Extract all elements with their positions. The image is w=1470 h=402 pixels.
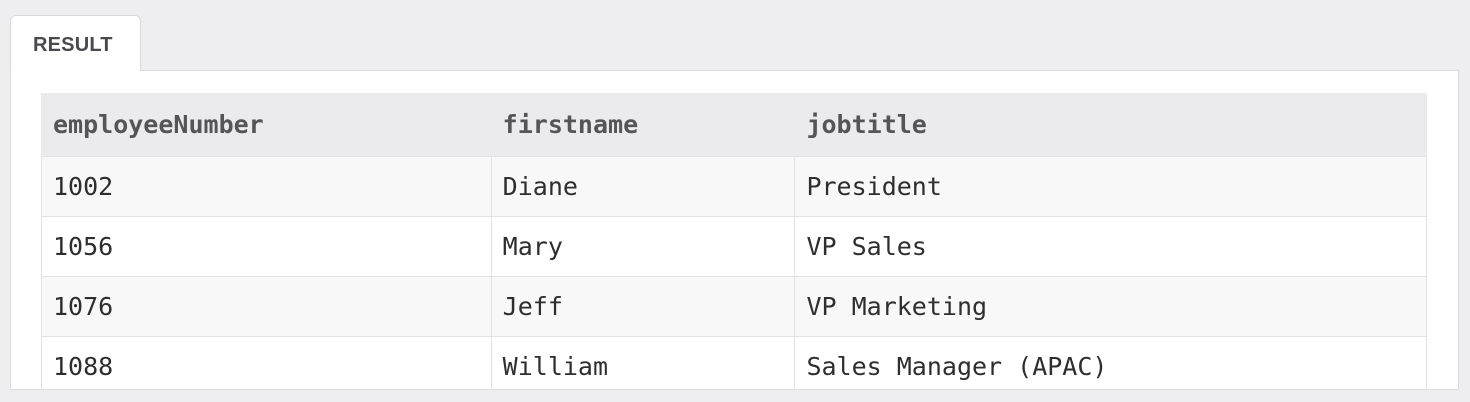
column-header-jobtitle: jobtitle: [794, 93, 1427, 157]
table-header-row: employeeNumber firstname jobtitle: [41, 93, 1427, 157]
table-row: 1088 William Sales Manager (APAC): [41, 336, 1427, 389]
column-header-firstname: firstname: [490, 93, 796, 157]
cell-jobtitle: VP Marketing: [794, 276, 1427, 337]
cell-firstname: Diane: [490, 156, 796, 217]
cell-employee-number: 1002: [41, 156, 492, 217]
tab-result-label: RESULT: [33, 34, 113, 56]
cell-jobtitle: VP Sales: [794, 216, 1427, 277]
cell-employee-number: 1076: [41, 276, 492, 337]
table-row: 1056 Mary VP Sales: [41, 216, 1427, 277]
column-header-employee-number: employeeNumber: [41, 93, 492, 157]
cell-jobtitle: President: [794, 156, 1427, 217]
table-row: 1002 Diane President: [41, 156, 1427, 217]
cell-jobtitle: Sales Manager (APAC): [794, 336, 1427, 389]
result-table: employeeNumber firstname jobtitle 1002 D…: [41, 93, 1427, 389]
cell-employee-number: 1056: [41, 216, 492, 277]
cell-firstname: William: [490, 336, 796, 389]
result-panel: employeeNumber firstname jobtitle 1002 D…: [10, 70, 1459, 390]
cell-firstname: Mary: [490, 216, 796, 277]
table-row: 1076 Jeff VP Marketing: [41, 276, 1427, 337]
cell-employee-number: 1088: [41, 336, 492, 389]
cell-firstname: Jeff: [490, 276, 796, 337]
tab-result[interactable]: RESULT: [10, 15, 141, 71]
